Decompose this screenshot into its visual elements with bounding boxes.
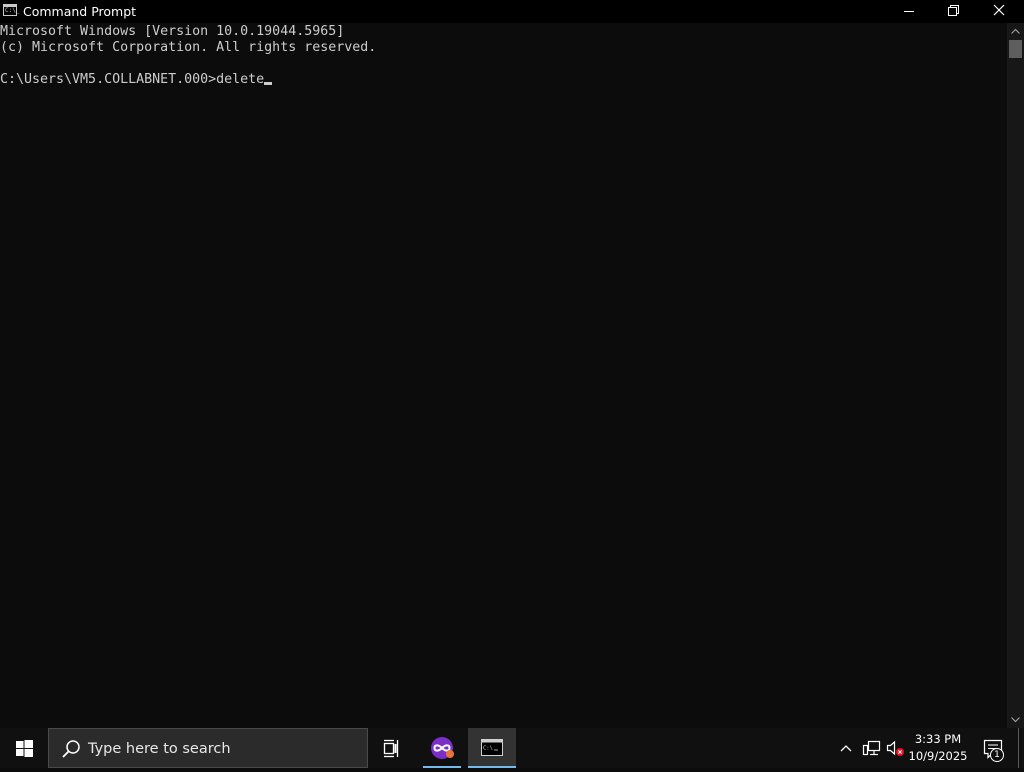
cmd-icon: C:\ — [481, 739, 503, 756]
notification-count-badge: 1 — [990, 748, 1004, 762]
taskbar-app-cortana[interactable] — [421, 728, 463, 768]
command-prompt-window: C:\_ Command Prompt Microsoft Windows [V… — [0, 0, 1024, 728]
prompt-input[interactable]: C:\Users\VM5.COLLABNET.000>delete — [0, 72, 264, 87]
windows-logo-icon — [16, 740, 33, 757]
scroll-up-button[interactable] — [1007, 23, 1024, 40]
show-hidden-icons-button[interactable] — [836, 738, 856, 758]
text-cursor — [264, 82, 273, 85]
action-center-button[interactable]: 1 — [978, 736, 1008, 762]
chevron-down-icon — [1011, 717, 1020, 723]
search-icon — [62, 740, 80, 758]
volume-button[interactable] — [884, 738, 906, 758]
network-icon — [862, 740, 881, 756]
console-line: (c) Microsoft Corporation. All rights re… — [0, 40, 377, 55]
restore-icon — [948, 5, 959, 16]
command-line[interactable]: C:\Users\VM5.COLLABNET.000>delete — [0, 72, 273, 88]
system-clock[interactable]: 3:33 PM 10/9/2025 — [906, 731, 970, 765]
chevron-up-icon — [1011, 28, 1020, 34]
chevron-up-icon — [840, 745, 852, 752]
taskbar: Type here to search C:\ 3:33 PM 10/9/202… — [0, 728, 1024, 768]
start-button[interactable] — [0, 728, 48, 768]
clock-date: 10/9/2025 — [908, 749, 968, 763]
window-title: Command Prompt — [23, 4, 137, 19]
vertical-scrollbar[interactable] — [1007, 23, 1024, 728]
show-desktop-button[interactable] — [1018, 728, 1024, 768]
cmd-icon[interactable]: C:\_ — [3, 4, 20, 16]
close-button[interactable] — [976, 0, 1022, 23]
cmd-icon-text: C:\_ — [5, 7, 20, 14]
task-view-icon — [383, 739, 399, 758]
speaker-muted-icon — [886, 740, 904, 756]
close-icon — [993, 4, 1005, 16]
console-output[interactable]: Microsoft Windows [Version 10.0.19044.59… — [0, 23, 1007, 728]
clock-time: 3:33 PM — [914, 732, 962, 746]
restore-button[interactable] — [931, 0, 977, 23]
search-input[interactable]: Type here to search — [48, 728, 368, 768]
scroll-down-button[interactable] — [1007, 711, 1024, 728]
svg-text:C:\: C:\ — [483, 746, 493, 752]
console-line: Microsoft Windows [Version 10.0.19044.59… — [0, 24, 345, 39]
title-bar[interactable]: C:\_ Command Prompt — [0, 0, 1024, 23]
minimize-button[interactable] — [886, 0, 932, 23]
network-button[interactable] — [860, 738, 882, 758]
scroll-thumb[interactable] — [1009, 40, 1022, 58]
infinity-mask-icon — [431, 737, 454, 759]
task-view-button[interactable] — [368, 728, 416, 768]
taskbar-app-command-prompt[interactable]: C:\ — [468, 728, 516, 768]
minimize-icon — [904, 11, 914, 12]
search-placeholder: Type here to search — [88, 741, 231, 757]
